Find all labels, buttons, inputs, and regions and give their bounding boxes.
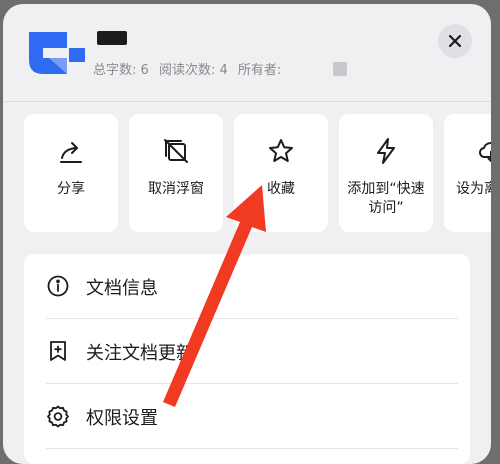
read-count: 阅读次数: 4 bbox=[158, 63, 228, 78]
document-action-sheet: 总字数: 6 阅读次数: 4 所有者: 分享 取消浮窗 收藏 添加到“快速访问”… bbox=[3, 4, 491, 464]
share-icon bbox=[60, 142, 82, 163]
star-icon bbox=[269, 139, 293, 162]
cancel-float-window-label: 取消浮窗 bbox=[148, 181, 204, 197]
menu-item-follow-updates[interactable]: 关注文档更新 bbox=[24, 319, 470, 383]
close-button[interactable] bbox=[438, 24, 472, 58]
share-label: 分享 bbox=[57, 181, 85, 197]
menu-item-label: 权限设置 bbox=[86, 408, 158, 429]
menu-item-permission-settings[interactable]: 权限设置 bbox=[24, 384, 470, 448]
bookmark-add-icon bbox=[50, 341, 66, 361]
lightning-icon bbox=[377, 138, 395, 164]
word-count: 总字数: 6 bbox=[93, 63, 149, 78]
add-to-quick-access-label: 添加到“快速访问” bbox=[347, 181, 425, 216]
cloud-icon bbox=[478, 142, 491, 162]
document-title-redacted bbox=[97, 31, 127, 45]
document-stats: 总字数: 6 阅读次数: 4 所有者: bbox=[93, 59, 287, 78]
set-offline-label: 设为离线使 bbox=[456, 181, 491, 197]
add-to-quick-access-button[interactable]: 添加到“快速访问” bbox=[339, 114, 433, 232]
menu-item-label: 文档信息 bbox=[86, 278, 158, 299]
gear-icon bbox=[47, 405, 69, 428]
set-offline-button[interactable]: 设为离线使 bbox=[444, 114, 491, 232]
app-logo bbox=[29, 32, 85, 74]
quick-actions-row: 分享 取消浮窗 收藏 添加到“快速访问” 设为离线使 bbox=[24, 114, 491, 234]
header-divider bbox=[3, 101, 491, 102]
info-icon bbox=[47, 275, 69, 297]
menu-item-label: 关注文档更新 bbox=[86, 343, 194, 364]
owner-label: 所有者: bbox=[237, 63, 282, 78]
cancel-float-window-icon bbox=[164, 139, 188, 163]
menu-divider bbox=[46, 448, 458, 449]
favorite-button[interactable]: 收藏 bbox=[234, 114, 328, 232]
close-icon bbox=[448, 34, 462, 48]
cancel-float-window-button[interactable]: 取消浮窗 bbox=[129, 114, 223, 232]
owner-avatar bbox=[333, 62, 347, 76]
document-menu: 文档信息 关注文档更新 权限设置 bbox=[24, 254, 470, 464]
favorite-label: 收藏 bbox=[267, 181, 295, 197]
share-button[interactable]: 分享 bbox=[24, 114, 118, 232]
menu-item-document-info[interactable]: 文档信息 bbox=[24, 254, 470, 318]
